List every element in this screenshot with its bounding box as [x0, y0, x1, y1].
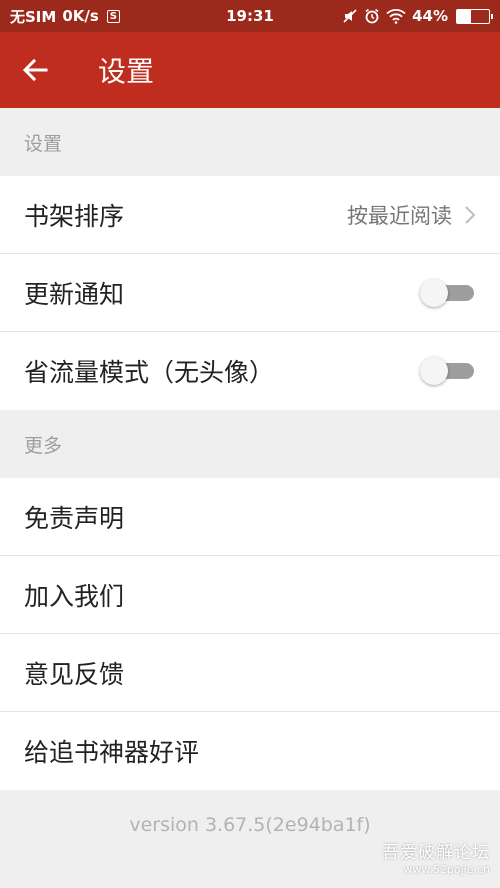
- settings-list: 书架排序 按最近阅读 更新通知 省流量模式（无头像）: [0, 176, 500, 410]
- wifi-icon: [386, 9, 406, 24]
- watermark-url: www.52pojie.cn: [403, 863, 490, 876]
- list-item-rate[interactable]: 给追书神器好评: [0, 712, 500, 790]
- app-bar: 设置: [0, 32, 500, 108]
- status-bar: 无SIM 0K/s S 19:31 44%: [0, 0, 500, 32]
- status-left: 无SIM 0K/s S: [10, 6, 120, 27]
- list-item-update-notify: 更新通知: [0, 254, 500, 332]
- watermark: 吾爱破解论坛 www.52pojie.cn: [382, 838, 490, 876]
- status-time: 19:31: [226, 7, 274, 25]
- shelf-sort-value-group: 按最近阅读: [347, 200, 476, 230]
- update-notify-label: 更新通知: [24, 279, 125, 309]
- shelf-sort-value: 按最近阅读: [347, 203, 452, 228]
- data-saver-label: 省流量模式（无头像）: [24, 358, 275, 387]
- update-notify-toggle[interactable]: [420, 278, 476, 307]
- list-item-shelf-sort[interactable]: 书架排序 按最近阅读: [0, 176, 500, 254]
- back-arrow-icon[interactable]: [20, 55, 50, 85]
- section-header-more: 更多: [0, 410, 500, 478]
- list-item-feedback[interactable]: 意见反馈: [0, 634, 500, 712]
- list-item-disclaimer[interactable]: 免责声明: [0, 478, 500, 556]
- battery-percent: 44%: [412, 7, 448, 25]
- toggle-thumb: [420, 278, 448, 307]
- more-list: 免责声明 加入我们 意见反馈 给追书神器好评: [0, 478, 500, 790]
- battery-icon: [456, 8, 493, 24]
- version-text: version 3.67.5(2e94ba1f): [129, 814, 371, 836]
- feedback-label: 意见反馈: [24, 659, 125, 689]
- silent-icon: [343, 9, 357, 23]
- list-item-data-saver: 省流量模式（无头像）: [0, 332, 500, 410]
- watermark-name: 吾爱破解论坛: [382, 843, 490, 863]
- alarm-icon: [365, 8, 379, 24]
- rate-label: 给追书神器好评: [24, 738, 200, 767]
- disclaimer-label: 免责声明: [24, 503, 125, 533]
- sim-status: 无SIM: [10, 7, 57, 26]
- sim-icon: S: [106, 9, 120, 23]
- list-item-join-us[interactable]: 加入我们: [0, 556, 500, 634]
- toggle-thumb: [420, 357, 448, 385]
- data-saver-toggle[interactable]: [420, 357, 476, 385]
- network-speed: 0K/s: [62, 7, 99, 25]
- join-us-label: 加入我们: [24, 581, 125, 611]
- page-title: 设置: [98, 55, 155, 88]
- chevron-right-icon: [465, 205, 476, 224]
- status-right: 44%: [342, 7, 493, 25]
- shelf-sort-label: 书架排序: [24, 201, 125, 231]
- section-header-settings: 设置: [0, 108, 500, 176]
- battery-level: [457, 9, 472, 23]
